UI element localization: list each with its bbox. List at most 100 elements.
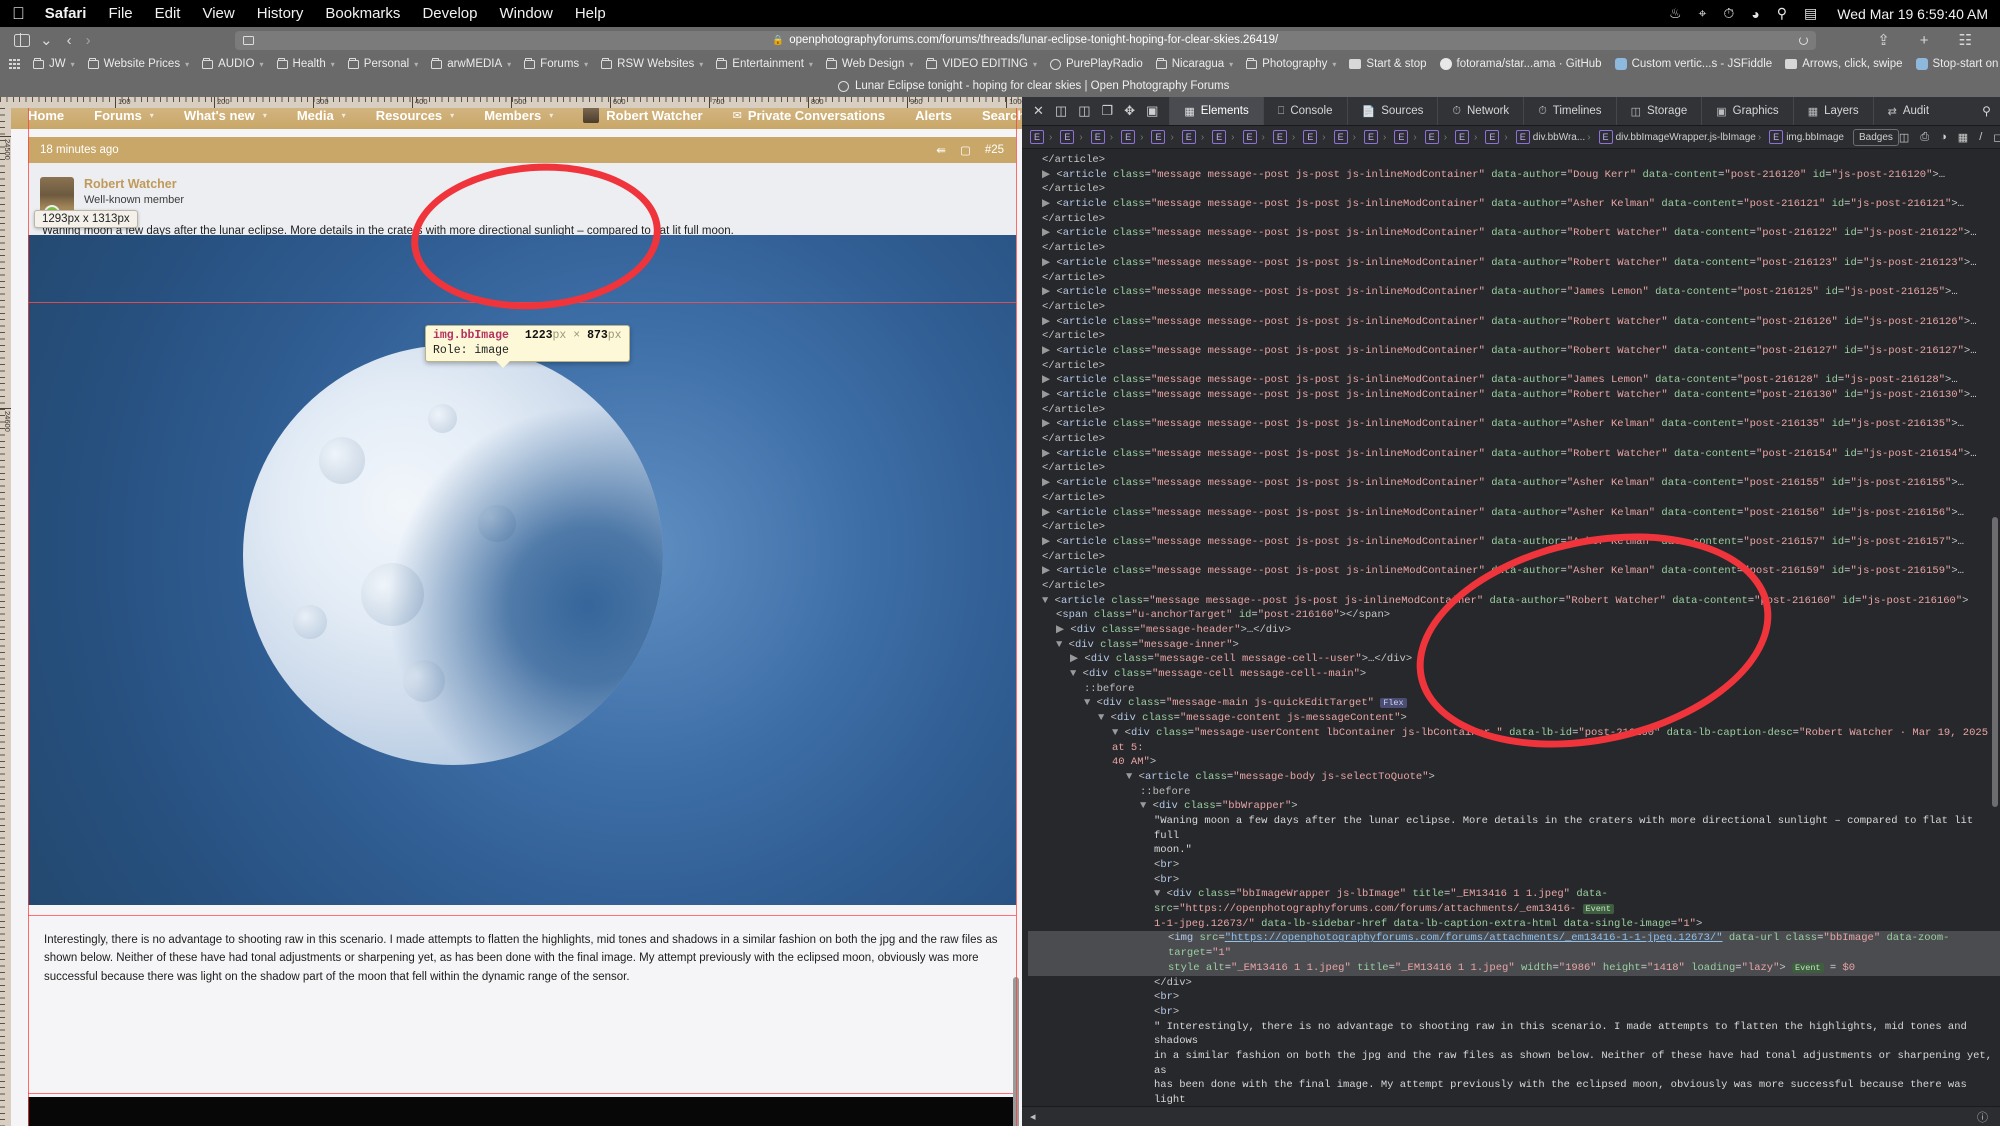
- tab-graphics[interactable]: ▣ Graphics: [1701, 97, 1792, 125]
- breadcrumb-item[interactable]: E ›: [1452, 130, 1482, 144]
- dom-line[interactable]: in a similar fashion on both the jpg and…: [1028, 1049, 2000, 1078]
- nav-media[interactable]: Media ▾: [297, 108, 346, 123]
- tab-elements[interactable]: ▦ Elements: [1169, 97, 1263, 125]
- breadcrumb-item[interactable]: E ›: [1422, 130, 1452, 144]
- dom-line[interactable]: </article>: [1028, 520, 2000, 535]
- dom-line[interactable]: </article>: [1028, 241, 2000, 256]
- dom-line[interactable]: ▶ <article class="message message--post …: [1028, 476, 2000, 491]
- bookmark-arwmedia[interactable]: arwMEDIA ▾: [431, 58, 511, 70]
- breadcrumb-item[interactable]: E ›: [1027, 130, 1057, 144]
- dom-line[interactable]: ▶ <article class="message message--post …: [1028, 315, 2000, 330]
- breadcrumb-item[interactable]: E ›: [1270, 130, 1300, 144]
- dom-line[interactable]: ▶ <article class="message message--post …: [1028, 417, 2000, 432]
- breadcrumb-item[interactable]: E ›: [1482, 130, 1512, 144]
- inspect-icon[interactable]: ✥: [1124, 103, 1135, 119]
- breadcrumb-item-bbimage[interactable]: Eimg.bbImage: [1766, 130, 1847, 144]
- menu-history[interactable]: History: [257, 5, 304, 22]
- dom-line[interactable]: style alt="_EM13416 1 1.jpeg" title="_EM…: [1028, 960, 2000, 976]
- dom-line[interactable]: "Waning moon a few days after the lunar …: [1028, 814, 2000, 843]
- breadcrumb-item[interactable]: E ›: [1300, 130, 1330, 144]
- bookmark-web-design[interactable]: Web Design ▾: [825, 58, 913, 70]
- badges-button[interactable]: Badges: [1853, 128, 1899, 146]
- menu-window[interactable]: Window: [499, 5, 552, 22]
- dom-line[interactable]: ▼ <div class="message-cell message-cell-…: [1028, 667, 2000, 682]
- dom-line[interactable]: " Interestingly, there is no advantage t…: [1028, 1020, 2000, 1049]
- dom-line[interactable]: 40 AM">: [1028, 755, 2000, 770]
- breadcrumb-item[interactable]: E ›: [1209, 130, 1239, 144]
- reader-icon[interactable]: [242, 35, 254, 45]
- dom-line[interactable]: </article>: [1028, 329, 2000, 344]
- plus-icon[interactable]: +: [1920, 32, 1929, 49]
- breadcrumb-item[interactable]: E ›: [1240, 130, 1270, 144]
- dom-line[interactable]: ▶ <article class="message message--post …: [1028, 564, 2000, 579]
- menu-file[interactable]: File: [108, 5, 132, 22]
- tab-storage[interactable]: ◫ Storage: [1615, 97, 1702, 125]
- nav-whats-new[interactable]: What's new ▾: [184, 108, 267, 123]
- tab-layers[interactable]: ▦ Layers: [1792, 97, 1873, 125]
- dom-line[interactable]: moon.": [1028, 843, 2000, 858]
- dom-line[interactable]: ▶ <article class="message message--post …: [1028, 447, 2000, 476]
- bookmark-fotorama-github[interactable]: fotorama/star...ama · GitHub: [1439, 58, 1602, 70]
- address-bar[interactable]: 🔒 openphotographyforums.com/forums/threa…: [234, 30, 1816, 50]
- menu-view[interactable]: View: [202, 5, 234, 22]
- menubar-clock[interactable]: Wed Mar 19 6:59:40 AM: [1837, 6, 1988, 22]
- bookmark-rsw-websites[interactable]: RSW Websites ▾: [601, 58, 703, 70]
- dom-line[interactable]: ▶ <article class="message message--post …: [1028, 344, 2000, 359]
- grid-icon[interactable]: ▦: [1958, 131, 1968, 144]
- menu-develop[interactable]: Develop: [422, 5, 477, 22]
- dom-line[interactable]: </div>: [1028, 976, 2000, 991]
- tab-console[interactable]: ⎕ Console: [1262, 97, 1347, 125]
- dom-line[interactable]: </article>: [1028, 550, 2000, 565]
- menu-bookmarks[interactable]: Bookmarks: [325, 5, 400, 22]
- dom-line[interactable]: ▼ <article class="message-body js-select…: [1028, 770, 2000, 785]
- dom-line[interactable]: ▶ <article class="message message--post …: [1028, 506, 2000, 521]
- dom-line[interactable]: ▼ <div class="bbImageWrapper js-lbImage"…: [1028, 887, 2000, 916]
- dom-line[interactable]: ▶ <article class="message message--post …: [1028, 197, 2000, 212]
- dom-line[interactable]: ::before: [1028, 682, 2000, 697]
- dom-line[interactable]: </article>: [1028, 153, 2000, 168]
- nav-resources[interactable]: Resources ▾: [376, 108, 455, 123]
- breadcrumb-item-bbwrapper[interactable]: Ediv.bbWra... ›: [1513, 130, 1596, 144]
- search-icon[interactable]: ⚲: [1777, 5, 1787, 22]
- bookmark-health[interactable]: Health ▾: [276, 58, 335, 70]
- dom-line[interactable]: ▼ <div class="message-userContent lbCont…: [1028, 726, 2000, 755]
- flame-icon[interactable]: ♨: [1669, 5, 1682, 22]
- bookmark-forums[interactable]: Forums ▾: [524, 58, 588, 70]
- wifi-icon[interactable]: ◕: [1751, 6, 1759, 22]
- post-author-name[interactable]: Robert Watcher: [84, 177, 184, 191]
- dom-line[interactable]: <br>: [1028, 1005, 2000, 1020]
- share-icon[interactable]: ⇚: [936, 143, 946, 157]
- dom-line[interactable]: ▶ <article class="message message--post …: [1028, 226, 2000, 241]
- dom-line[interactable]: <br>: [1028, 990, 2000, 1005]
- dom-tree-scrollbar[interactable]: [1992, 517, 1998, 807]
- breadcrumb-item[interactable]: E ›: [1391, 130, 1421, 144]
- bookmark-personal[interactable]: Personal ▾: [347, 58, 418, 70]
- post-image-dark[interactable]: [28, 1097, 1016, 1126]
- back-icon[interactable]: ◂: [1030, 1110, 1036, 1123]
- breadcrumb-item[interactable]: E ›: [1057, 130, 1087, 144]
- dock-bottom-icon[interactable]: ◫: [1078, 103, 1090, 119]
- dom-line[interactable]: </article>: [1028, 579, 2000, 594]
- dom-line[interactable]: ::before: [1028, 785, 2000, 800]
- nav-home[interactable]: Home: [28, 108, 64, 123]
- dom-line[interactable]: ▶ <article class="message message--post …: [1028, 168, 2000, 197]
- copy-icon[interactable]: ◻: [1993, 131, 2000, 144]
- breadcrumb-item[interactable]: E ›: [1118, 130, 1148, 144]
- bookmark-pureplayradio[interactable]: PurePlayRadio: [1050, 58, 1143, 70]
- tab-lunar-eclipse[interactable]: Lunar Eclipse tonight - hoping for clear…: [828, 75, 1240, 97]
- dom-line[interactable]: ▶ <article class="message message--post …: [1028, 535, 2000, 550]
- bookmark-photography[interactable]: Photography ▾: [1246, 58, 1336, 70]
- breadcrumb-item-bbimagewrapper[interactable]: Ediv.bbImageWrapper.js-lbImage ›: [1596, 130, 1767, 144]
- menu-safari[interactable]: Safari: [45, 5, 87, 22]
- breadcrumb-item[interactable]: E ›: [1148, 130, 1178, 144]
- device-icon[interactable]: ▣: [1146, 103, 1158, 119]
- dom-line[interactable]: ▶ <article class="message message--post …: [1028, 388, 2000, 403]
- tab-audit[interactable]: ⇄ Audit: [1872, 97, 1943, 125]
- breadcrumb-item[interactable]: E ›: [1331, 130, 1361, 144]
- dom-line[interactable]: <img src="https://openphotographyforums.…: [1028, 931, 2000, 961]
- bluetooth-icon[interactable]: ⌖: [1699, 5, 1707, 22]
- dom-line[interactable]: ▶ <div class="message-cell message-cell-…: [1028, 652, 2000, 667]
- dom-line[interactable]: <br>: [1028, 858, 2000, 873]
- nav-account-robert-watcher[interactable]: Robert Watcher: [583, 107, 703, 123]
- forward-button[interactable]: ›: [86, 32, 91, 49]
